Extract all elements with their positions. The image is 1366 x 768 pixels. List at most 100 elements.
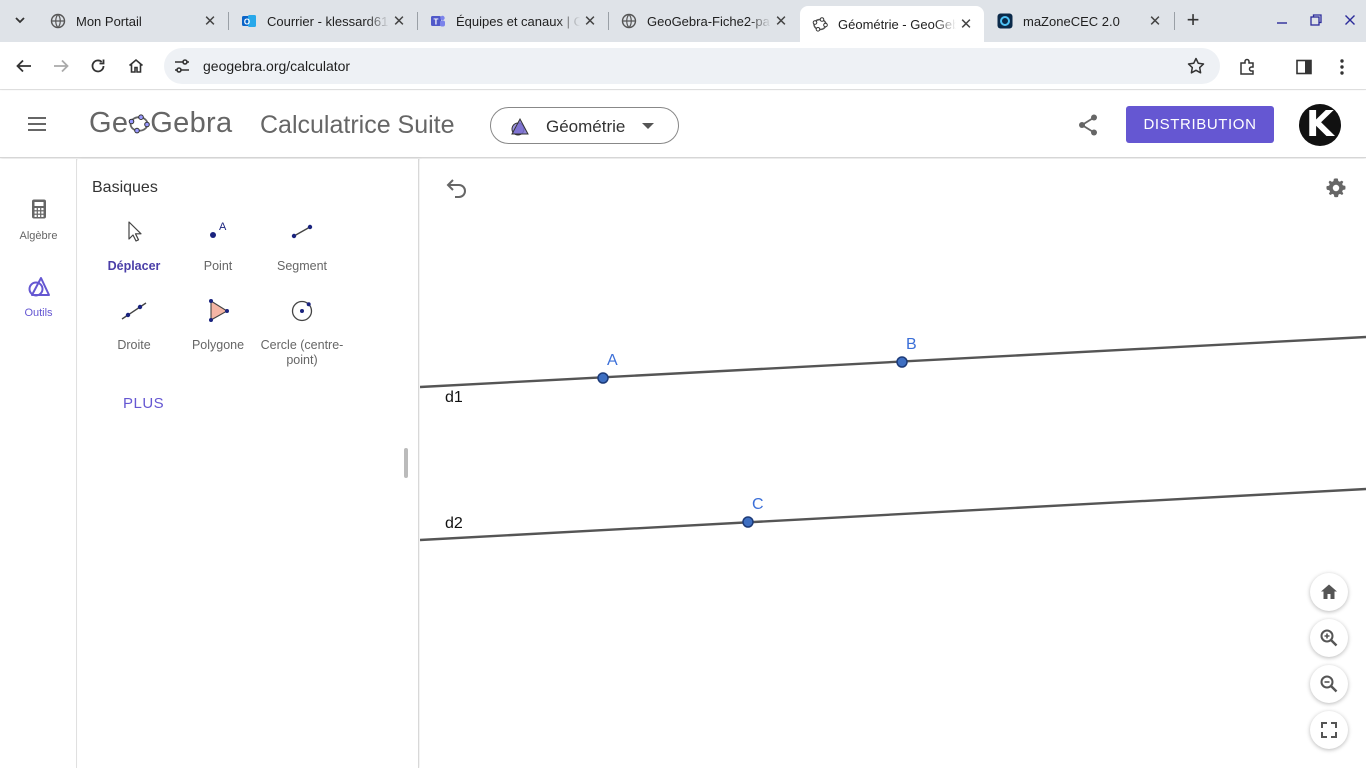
standard-view-button[interactable] [1310, 573, 1348, 611]
geometry-canvas[interactable] [420, 159, 1366, 768]
browser-tab-geometrie[interactable]: Géométrie - GeoGebra ✕ [800, 6, 984, 42]
browser-tab-geogebra-fiche[interactable]: GeoGebra-Fiche2-pa ✕ [609, 6, 799, 36]
address-bar[interactable]: geogebra.org/calculator [164, 48, 1220, 84]
minimize-icon [1277, 22, 1287, 24]
gear-icon[interactable] [1325, 177, 1347, 199]
more-tools-button[interactable]: PLUS [123, 395, 164, 412]
caret-down-icon [642, 123, 654, 129]
globe-icon [621, 13, 637, 29]
hamburger-menu-icon[interactable] [26, 114, 48, 134]
tool-polygone[interactable]: Polygone [176, 298, 260, 353]
teams-icon: T [430, 13, 446, 29]
browser-menu-button[interactable] [1331, 56, 1353, 78]
tool-label: Point [203, 259, 233, 273]
tool-segment[interactable]: Segment [260, 219, 344, 274]
close-icon[interactable]: ✕ [580, 11, 600, 31]
reload-icon [91, 59, 105, 73]
tool-label: Segment [276, 259, 328, 273]
svg-text:A: A [219, 221, 227, 233]
geometry-app-icon [511, 117, 529, 136]
move-pointer-icon [128, 221, 142, 242]
forward-button[interactable] [47, 52, 75, 80]
tool-deplacer[interactable]: Déplacer [92, 219, 176, 274]
point-a[interactable] [597, 372, 609, 384]
home-icon [128, 58, 144, 73]
rail-item-algebre[interactable]: Algèbre [0, 197, 77, 259]
undo-icon[interactable] [445, 177, 469, 199]
arrow-left-icon [16, 59, 31, 73]
tool-droite[interactable]: Droite [92, 298, 176, 353]
line-tool-icon [121, 302, 147, 320]
fullscreen-icon [1321, 722, 1337, 738]
globe-icon [50, 13, 66, 29]
circle-tool-icon [291, 300, 313, 322]
tools-section-title: Basiques [92, 179, 158, 196]
side-panel-button[interactable] [1293, 56, 1315, 78]
close-window-button[interactable] [1338, 8, 1362, 32]
tab-title: Géométrie - GeoGebra [838, 16, 956, 32]
arrow-right-icon [54, 59, 69, 73]
point-label-a[interactable]: A [607, 352, 618, 370]
point-c[interactable] [742, 516, 754, 528]
panel-resize-handle[interactable] [404, 448, 408, 478]
outlook-icon: O [241, 13, 257, 29]
reload-button[interactable] [84, 52, 112, 80]
browser-tab-courrier[interactable]: O Courrier - klessard61 ✕ [229, 6, 417, 36]
tab-title: Courrier - klessard61 [267, 13, 389, 29]
extensions-button[interactable] [1237, 56, 1259, 78]
close-icon[interactable]: ✕ [956, 14, 976, 34]
rail-item-outils[interactable]: Outils [0, 274, 77, 336]
zoom-out-button[interactable] [1310, 665, 1348, 703]
kebab-menu-icon [1340, 59, 1344, 75]
new-tab-button[interactable]: + [1181, 9, 1205, 33]
share-icon[interactable] [1077, 113, 1099, 137]
minimize-button[interactable] [1270, 8, 1294, 32]
tab-title: Équipes et canaux | C [456, 13, 580, 29]
logo-text-left: Ge [89, 107, 129, 139]
segment-tool-icon [291, 224, 313, 239]
browser-tab-mon-portail[interactable]: Mon Portail ✕ [38, 6, 228, 36]
tool-cercle-centre-point[interactable]: Cercle (centre-point) [260, 298, 344, 368]
point-b[interactable] [896, 356, 908, 368]
user-avatar[interactable]: K [1299, 104, 1341, 146]
geogebra-icon [812, 16, 828, 32]
url-text: geogebra.org/calculator [203, 58, 351, 74]
rail-item-label: Algèbre [19, 230, 58, 242]
close-icon[interactable]: ✕ [1145, 11, 1165, 31]
browser-tab-equipes[interactable]: T Équipes et canaux | C ✕ [418, 6, 608, 36]
line-d1[interactable] [420, 335, 1366, 389]
bookmark-star-icon[interactable] [1186, 56, 1206, 76]
line-label-d2[interactable]: d2 [445, 515, 463, 533]
close-icon[interactable]: ✕ [389, 11, 409, 31]
browser-tab-mazonecec[interactable]: maZoneCEC 2.0 ✕ [985, 6, 1173, 36]
point-label-c[interactable]: C [752, 496, 764, 514]
tab-title: maZoneCEC 2.0 [1023, 13, 1120, 29]
app-name: Calculatrice Suite [260, 111, 455, 139]
browser-tab-strip: Mon Portail ✕ O Courrier - klessard61 ✕ … [0, 0, 1366, 42]
site-settings-icon[interactable] [172, 56, 192, 76]
tab-search-button[interactable] [8, 8, 32, 32]
back-button[interactable] [10, 52, 38, 80]
tab-title: Mon Portail [76, 13, 142, 29]
svg-text:O: O [244, 18, 250, 27]
graphics-view[interactable]: A B C d1 d2 [420, 159, 1366, 768]
mazonecec-icon [997, 13, 1013, 29]
tool-point[interactable]: A Point [176, 219, 260, 274]
tab-divider [1174, 12, 1175, 30]
close-icon[interactable]: ✕ [771, 11, 791, 31]
zoom-in-button[interactable] [1310, 619, 1348, 657]
distribution-button[interactable]: DISTRIBUTION [1126, 106, 1274, 143]
app-selector-label: Géométrie [546, 117, 626, 136]
maximize-button[interactable] [1304, 8, 1328, 32]
app-selector-dropdown[interactable]: Géométrie [490, 107, 679, 144]
zoom-out-icon [1320, 675, 1338, 693]
home-button[interactable] [122, 52, 150, 80]
puzzle-icon [1240, 58, 1254, 75]
home-icon [1321, 584, 1337, 599]
geogebra-logo[interactable]: Ge Gebra [89, 107, 232, 140]
fullscreen-button[interactable] [1310, 711, 1348, 749]
close-icon[interactable]: ✕ [200, 11, 220, 31]
point-label-b[interactable]: B [906, 336, 917, 354]
line-label-d1[interactable]: d1 [445, 389, 463, 407]
line-d2[interactable] [420, 487, 1366, 542]
